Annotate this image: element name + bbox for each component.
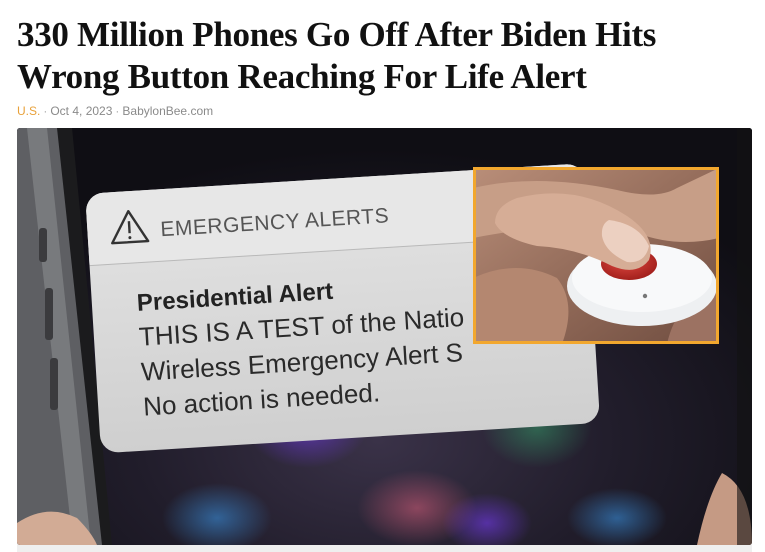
article-meta: U.S. · Oct 4, 2023 · BabylonBee.com: [17, 104, 213, 118]
life-alert-inset-photo: [473, 167, 719, 344]
meta-separator: ·: [43, 104, 48, 118]
headline-line-2: Wrong Button Reaching For Life Alert: [17, 57, 587, 96]
headline-line-1: 330 Million Phones Go Off After Biden Hi…: [17, 15, 657, 54]
publish-date: Oct 4, 2023: [50, 104, 113, 118]
hero-image[interactable]: EMERGENCY ALERTS Presidential Alert THIS…: [17, 128, 752, 545]
image-caption-strip: [17, 545, 752, 552]
hero-illustration: EMERGENCY ALERTS Presidential Alert THIS…: [17, 128, 752, 545]
meta-separator: ·: [115, 104, 120, 118]
source-name: BabylonBee.com: [122, 104, 214, 118]
category-link[interactable]: U.S.: [17, 104, 40, 118]
article-headline[interactable]: 330 Million Phones Go Off After Biden Hi…: [17, 14, 757, 98]
